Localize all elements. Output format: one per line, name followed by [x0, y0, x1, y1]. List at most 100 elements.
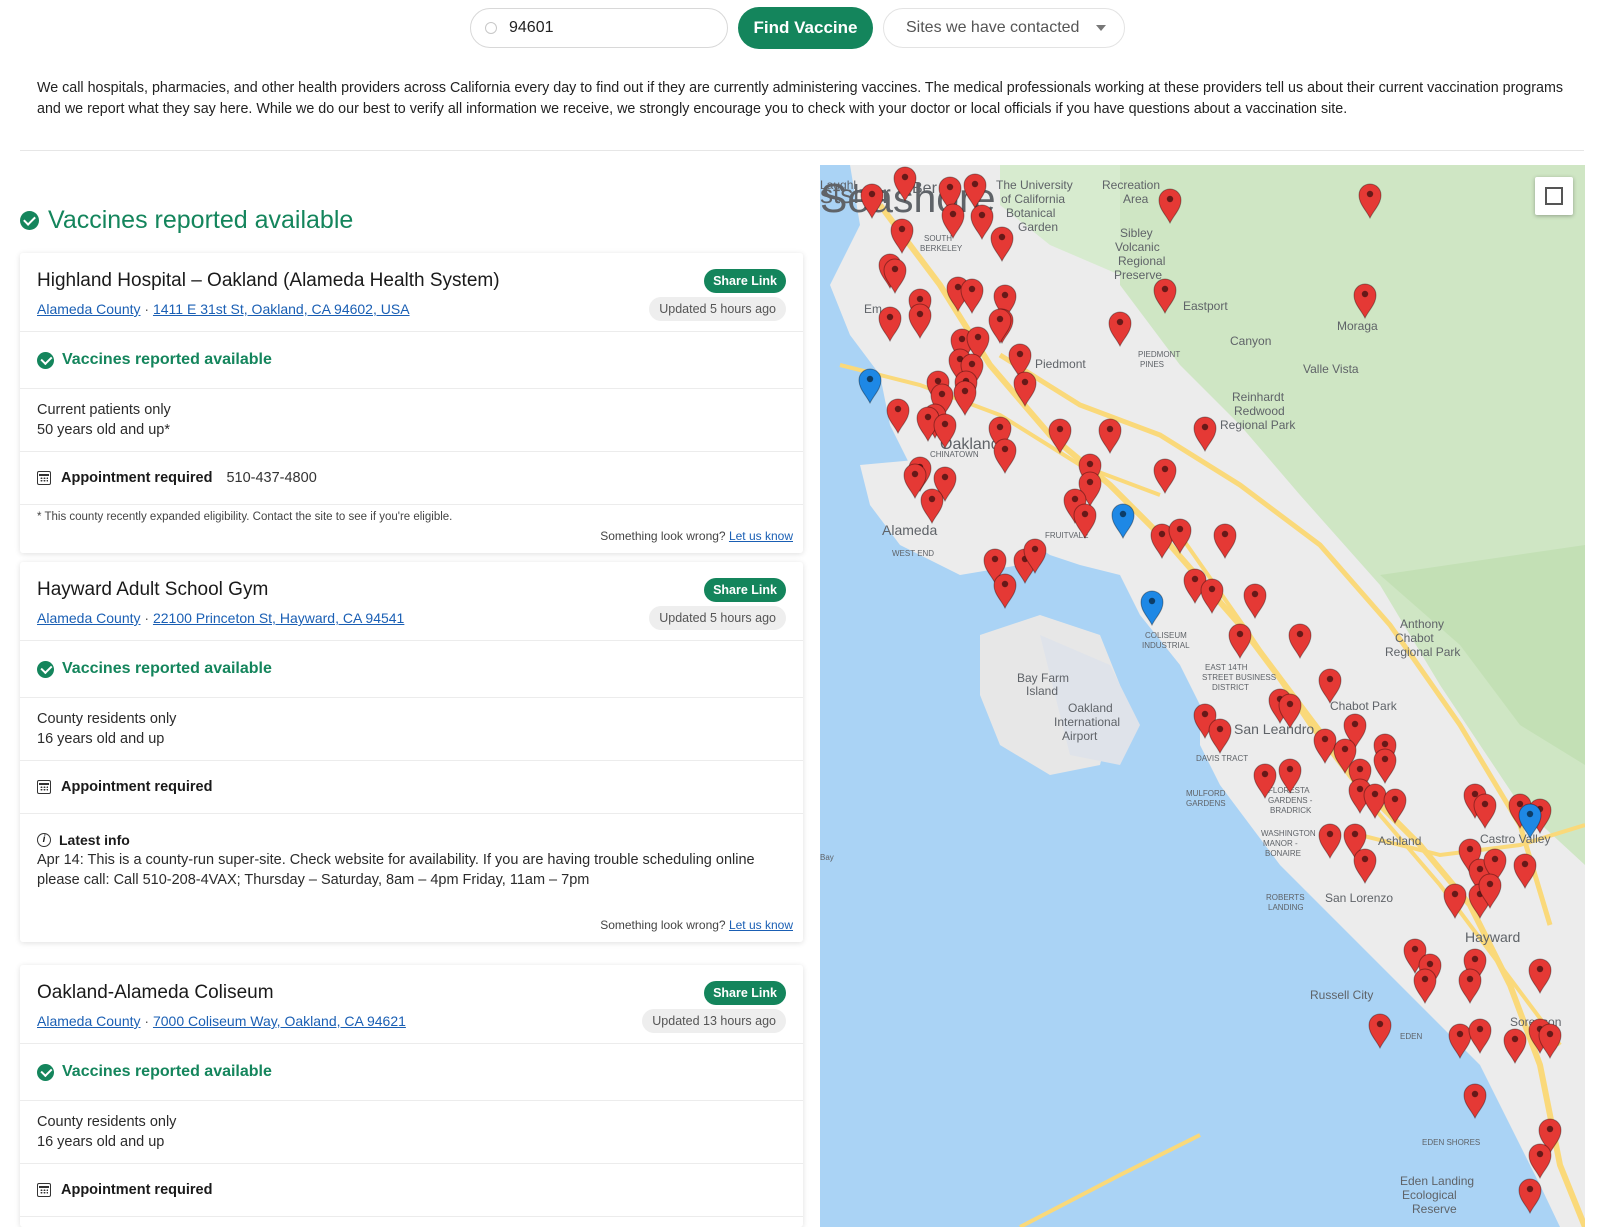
zip-search-field[interactable]	[470, 8, 728, 48]
map-place-label: Russell City	[1310, 988, 1373, 1002]
map-place-label: Garden	[1018, 220, 1058, 234]
address-link[interactable]: 1411 E 31st St, Oakland, CA 94602, USA	[153, 301, 410, 317]
map-place-label: of California	[1001, 192, 1065, 206]
map-place-label: EDEN SHORES	[1422, 1138, 1480, 1147]
appointment-label: Appointment required	[61, 470, 213, 486]
share-link-button[interactable]: Share Link	[704, 269, 786, 293]
site-name: Hayward Adult School Gym	[37, 579, 269, 600]
map-place-label: Volcanic	[1115, 240, 1160, 254]
calendar-icon	[37, 780, 51, 794]
appointment-label: Appointment required	[61, 779, 213, 795]
availability-text: Vaccines reported available	[62, 660, 272, 677]
map-place-label: International	[1054, 715, 1120, 729]
vaccine-site-map[interactable]: Laughl stshor Seashore Ber The University of …	[820, 165, 1585, 1227]
county-link[interactable]: Alameda County	[37, 610, 141, 626]
fullscreen-icon	[1554, 187, 1563, 196]
map-place-label: Piedmont	[1035, 357, 1086, 371]
map-place-label: Chabot Park	[1330, 699, 1398, 713]
availability-text: Vaccines reported available	[62, 351, 272, 368]
phone-number[interactable]: 510-437-4800	[226, 470, 316, 486]
map-place-label: COLISEUM	[1145, 631, 1187, 640]
card-header: Hayward Adult School Gym Alameda County …	[20, 562, 803, 641]
divider	[20, 150, 1584, 151]
card-header: Highland Hospital – Oakland (Alameda Hea…	[20, 253, 803, 332]
map-place-label: The University	[996, 178, 1073, 192]
share-link-button[interactable]: Share Link	[704, 578, 786, 602]
card-header: Oakland-Alameda Coliseum Alameda County …	[20, 965, 803, 1044]
map-place-label: Hayward	[1465, 929, 1520, 945]
intro-text: We call hospitals, pharmacies, and other…	[37, 80, 1564, 117]
search-bar: Find Vaccine Sites we have contacted	[470, 7, 1125, 49]
map-canvas[interactable]: LaughlstshorSeashoreBer The Universityof …	[820, 165, 1585, 1227]
map-place-label: Anthony	[1400, 617, 1444, 631]
appointment-info: Appointment required	[20, 761, 803, 814]
info-icon: i	[37, 833, 51, 847]
site-card-oakland-coliseum: Oakland-Alameda Coliseum Alameda County …	[20, 965, 803, 1227]
map-place-label: Oakland	[1068, 701, 1113, 715]
appointment-label: Appointment required	[61, 1182, 213, 1198]
map-place-label: SOUTH	[924, 234, 952, 243]
report-issue-text: Something look wrong?	[600, 918, 726, 932]
map-place-label: Eastport	[1183, 299, 1228, 313]
map-place-label: Island	[1026, 684, 1058, 698]
map-place-label: INDUSTRIAL	[1142, 641, 1190, 650]
find-vaccine-button[interactable]: Find Vaccine	[738, 7, 873, 49]
eligibility-info: Current patients only 50 years old and u…	[20, 389, 803, 452]
map-place-label: GARDENS	[1186, 799, 1226, 808]
availability-text: Vaccines reported available	[62, 1063, 272, 1080]
fullscreen-button[interactable]	[1535, 177, 1573, 215]
map-place-label: Sibley	[1120, 226, 1153, 240]
eligibility-info: County residents only 16 years old and u…	[20, 1101, 803, 1164]
eligibility-residency: County residents only	[37, 711, 177, 727]
separator-dot: ·	[144, 1013, 153, 1029]
address-link[interactable]: 7000 Coliseum Way, Oakland, CA 94621	[153, 1013, 406, 1029]
zip-input[interactable]	[507, 18, 711, 38]
map-place-label: Reserve	[1412, 1202, 1457, 1216]
map-place-label: STREET BUSINESS	[1202, 673, 1276, 682]
let-us-know-link[interactable]: Let us know	[729, 529, 793, 543]
check-circle-icon	[37, 1063, 54, 1081]
sites-filter-label: Sites we have contacted	[906, 19, 1080, 36]
fullscreen-icon	[1554, 196, 1563, 205]
map-place-label: Eden Landing	[1400, 1174, 1474, 1188]
let-us-know-link[interactable]: Let us know	[729, 918, 793, 932]
map-place-label: Airport	[1062, 729, 1098, 743]
eligibility-residency: County residents only	[37, 1114, 177, 1130]
address-link[interactable]: 22100 Princeton St, Hayward, CA 94541	[153, 610, 404, 626]
fullscreen-icon	[1545, 196, 1554, 205]
map-place-label: Regional	[1118, 254, 1165, 268]
map-place-label: BRADRICK	[1270, 806, 1312, 815]
map-place-label: EDEN	[1400, 1032, 1422, 1041]
report-issue: Something look wrong? Let us know	[20, 523, 803, 553]
map-place-label: BONAIRE	[1265, 849, 1301, 858]
site-card-highland-hospital: Highland Hospital – Oakland (Alameda Hea…	[20, 253, 803, 553]
latest-info-title: Latest info	[59, 832, 130, 848]
county-link[interactable]: Alameda County	[37, 301, 141, 317]
sites-filter-dropdown[interactable]: Sites we have contacted	[883, 8, 1125, 48]
appointment-info: Appointment required 510-437-4800	[20, 452, 803, 505]
updated-badge: Updated 5 hours ago	[649, 606, 786, 630]
map-place-label: BERKELEY	[920, 244, 963, 253]
map-place-label: EAST 14TH	[1205, 663, 1248, 672]
updated-badge: Updated 5 hours ago	[649, 297, 786, 321]
eligibility-footnote: * This county recently expanded eligibil…	[37, 511, 453, 523]
map-place-label: CHINATOWN	[930, 450, 979, 459]
map-place-label: Ashland	[1378, 834, 1421, 848]
fullscreen-icon	[1545, 187, 1554, 196]
map-place-label: WEST END	[892, 549, 934, 558]
map-place-label: DISTRICT	[1212, 683, 1249, 692]
separator-dot: ·	[144, 301, 153, 317]
map-place-label: MULFORD	[1186, 789, 1226, 798]
share-link-button[interactable]: Share Link	[704, 981, 786, 1005]
site-name: Oakland-Alameda Coliseum	[37, 982, 274, 1003]
county-link[interactable]: Alameda County	[37, 1013, 141, 1029]
map-place-label: Ber	[912, 180, 938, 197]
latest-info-header: i Latest info	[37, 830, 786, 850]
updated-badge: Updated 13 hours ago	[642, 1009, 786, 1033]
map-place-label: Canyon	[1230, 334, 1271, 348]
map-place-label: DAVIS TRACT	[1196, 754, 1248, 763]
site-address-line: Alameda County · 7000 Coliseum Way, Oakl…	[37, 1013, 406, 1029]
map-place-label: Recreation	[1102, 178, 1160, 192]
search-icon	[485, 22, 497, 34]
map-place-label: WASHINGTON	[1261, 829, 1316, 838]
